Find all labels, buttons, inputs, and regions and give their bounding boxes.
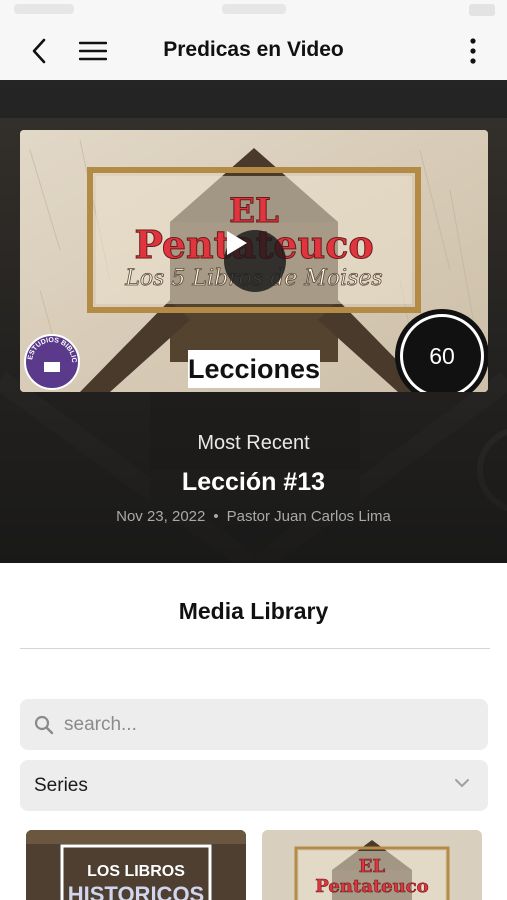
series-card-artwork: EL Pentateuco <box>262 830 482 900</box>
hamburger-icon <box>79 41 107 61</box>
chevron-down-icon <box>455 779 469 787</box>
status-center <box>222 4 286 14</box>
video-date: Nov 23, 2022 <box>116 508 206 525</box>
svg-text:LOS LIBROS: LOS LIBROS <box>87 863 185 880</box>
featured-video-hero: EL Pentateuco Los 5 Libros de Moises Lec… <box>0 80 507 563</box>
search-bar[interactable] <box>20 699 488 750</box>
media-library-heading: Media Library <box>178 598 329 624</box>
play-icon <box>227 231 247 255</box>
filter-selected-value: Series <box>34 774 88 796</box>
svg-text:HISTORICOS: HISTORICOS <box>68 882 205 900</box>
search-input[interactable] <box>64 713 464 736</box>
menu-button[interactable] <box>76 36 110 66</box>
series-filter-dropdown[interactable]: Series <box>20 760 488 811</box>
more-vertical-icon <box>470 38 476 64</box>
series-card-historicos[interactable]: LOS LIBROS HISTORICOS <box>26 830 246 900</box>
status-bar <box>0 0 507 22</box>
series-card-pentateuco[interactable]: EL Pentateuco <box>262 830 482 900</box>
featured-video-meta: Nov 23, 2022 • Pastor Juan Carlos Lima <box>0 508 507 525</box>
back-button[interactable] <box>24 36 54 66</box>
featured-video-thumbnail[interactable]: EL Pentateuco Los 5 Libros de Moises Lec… <box>20 130 488 392</box>
battery-icon <box>469 4 495 16</box>
top-nav-bar: Predicas en Video <box>0 22 507 80</box>
svg-text:Lecciones: Lecciones <box>188 354 320 384</box>
more-options-button[interactable] <box>463 36 483 66</box>
series-card-artwork: LOS LIBROS HISTORICOS <box>26 830 246 900</box>
video-speaker: Pastor Juan Carlos Lima <box>226 508 391 525</box>
chevron-left-icon <box>32 38 46 64</box>
status-time <box>14 4 74 14</box>
most-recent-label: Most Recent <box>197 432 310 454</box>
search-icon <box>34 715 54 734</box>
duration-badge: 60 <box>400 314 484 392</box>
svg-text:EL: EL <box>359 856 386 877</box>
page-title: Predicas en Video <box>163 38 344 61</box>
meta-separator: • <box>213 508 219 525</box>
svg-text:Pentateuco: Pentateuco <box>315 876 428 897</box>
featured-video-title[interactable]: Lección #13 <box>0 468 507 497</box>
section-divider <box>20 648 490 649</box>
play-button[interactable] <box>224 230 286 292</box>
